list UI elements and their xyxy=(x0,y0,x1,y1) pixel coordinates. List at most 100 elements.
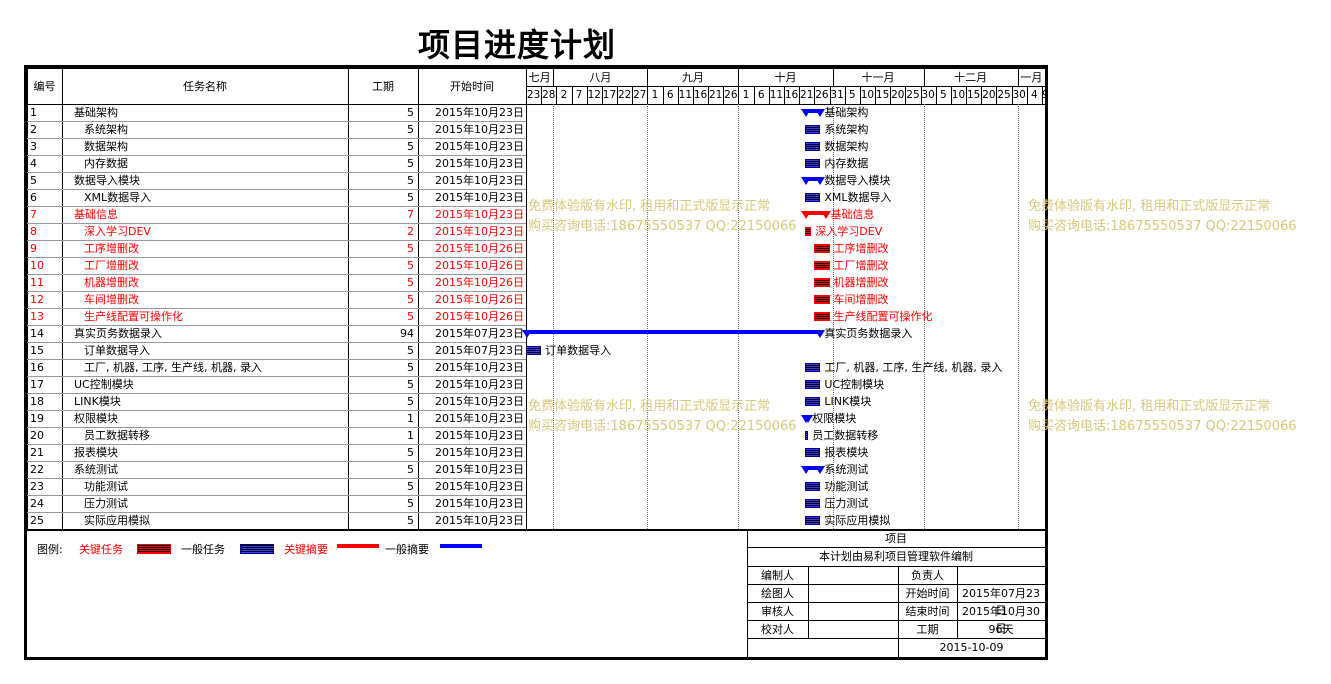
task-id: 17 xyxy=(30,378,44,391)
task-bar[interactable] xyxy=(805,142,821,151)
day-divider xyxy=(783,86,785,104)
column-header: 任务名称 xyxy=(183,80,227,93)
task-name[interactable]: 生产线配置可操作化 xyxy=(84,309,183,325)
task-bar[interactable] xyxy=(814,312,830,321)
month-divider xyxy=(647,68,649,86)
day-divider xyxy=(935,86,937,104)
task-bar[interactable] xyxy=(814,244,830,253)
task-name[interactable]: UC控制模块 xyxy=(74,377,134,393)
task-start: 2015年10月26日 xyxy=(435,242,524,255)
info-duration-value: 96天 xyxy=(988,623,1014,636)
task-name[interactable]: 深入学习DEV xyxy=(84,224,151,240)
day-tick-label: 15 xyxy=(966,89,981,101)
summary-bar-cap xyxy=(801,177,812,185)
task-duration: 1 xyxy=(407,429,414,442)
task-bar[interactable] xyxy=(805,516,821,525)
task-name[interactable]: LINK模块 xyxy=(74,394,121,410)
month-label: 十月 xyxy=(774,71,797,84)
task-bar[interactable] xyxy=(805,448,821,457)
task-name[interactable]: 系统架构 xyxy=(84,122,128,138)
task-bar[interactable] xyxy=(805,380,821,389)
task-bar[interactable] xyxy=(814,278,830,287)
month-gridline xyxy=(647,104,649,529)
task-bar[interactable] xyxy=(814,295,830,304)
task-name[interactable]: 实际应用模拟 xyxy=(84,513,150,529)
task-name[interactable]: 压力测试 xyxy=(84,496,128,512)
day-divider xyxy=(890,86,892,104)
task-duration: 5 xyxy=(407,259,414,272)
task-name[interactable]: 功能测试 xyxy=(84,479,128,495)
task-duration: 1 xyxy=(407,412,414,425)
watermark-line: 免费体验版有水印, 租用和正式版显示正常 xyxy=(1028,399,1271,414)
task-id: 4 xyxy=(30,157,37,170)
task-name[interactable]: 基础信息 xyxy=(74,207,118,223)
task-name[interactable]: 基础架构 xyxy=(74,105,118,121)
day-divider xyxy=(768,86,770,104)
task-name[interactable]: 机器增删改 xyxy=(84,275,139,291)
task-duration: 5 xyxy=(407,463,414,476)
bar-label: 深入学习DEV xyxy=(815,225,883,238)
task-name[interactable]: 权限模块 xyxy=(74,411,118,427)
day-tick-label: 4 xyxy=(1031,89,1038,101)
day-tick-label: 16 xyxy=(693,89,708,101)
day-tick-label: 6 xyxy=(666,89,674,101)
task-name[interactable]: 员工数据转移 xyxy=(84,428,150,444)
month-divider xyxy=(553,68,555,86)
info-made-by: 本计划由易利项目管理软件编制 xyxy=(819,550,973,563)
task-name[interactable]: 车间增删改 xyxy=(84,292,139,308)
day-divider xyxy=(723,86,725,104)
task-bar[interactable] xyxy=(805,482,821,491)
task-name[interactable]: 工厂增删改 xyxy=(84,258,139,274)
task-id: 18 xyxy=(30,395,44,408)
task-bar[interactable] xyxy=(805,397,821,406)
task-name[interactable]: 订单数据导入 xyxy=(84,343,150,359)
day-tick-label: 7 xyxy=(575,89,583,101)
watermark-line: 免费体验版有水印, 租用和正式版显示正常 xyxy=(528,399,771,414)
month-label: 十一月 xyxy=(861,71,895,84)
bar-label: 压力测试 xyxy=(824,497,869,510)
day-tick-label: 11 xyxy=(678,89,693,101)
info-checker-label: 校对人 xyxy=(761,623,794,636)
bar-label: 内存数据 xyxy=(824,157,869,170)
day-divider xyxy=(1041,86,1043,104)
task-name[interactable]: 数据导入模块 xyxy=(74,173,140,189)
bar-label: XML数据导入 xyxy=(824,191,892,204)
task-bar[interactable] xyxy=(805,499,821,508)
task-bar[interactable] xyxy=(805,193,821,202)
task-start: 2015年10月23日 xyxy=(435,208,524,221)
task-id: 22 xyxy=(30,463,44,476)
info-start-label: 开始时间 xyxy=(905,587,950,600)
month-label: 九月 xyxy=(681,71,704,84)
task-duration: 5 xyxy=(407,174,414,187)
task-name[interactable]: 系统测试 xyxy=(74,462,118,478)
task-bar[interactable] xyxy=(805,125,821,134)
summary-bar[interactable] xyxy=(526,330,821,334)
info-col-line xyxy=(808,620,809,638)
task-name[interactable]: 报表模块 xyxy=(74,445,118,461)
task-name[interactable]: 数据架构 xyxy=(84,139,128,155)
task-bar[interactable] xyxy=(805,227,812,236)
task-bar[interactable] xyxy=(805,159,821,168)
task-duration: 5 xyxy=(407,123,414,136)
task-duration: 5 xyxy=(407,344,414,357)
task-start: 2015年10月23日 xyxy=(435,140,524,153)
task-name[interactable]: 工厂, 机器, 工序, 生产线, 机器, 录入 xyxy=(84,360,262,376)
day-divider xyxy=(571,86,573,104)
task-bar[interactable] xyxy=(814,261,830,270)
task-id: 14 xyxy=(30,327,44,340)
info-col-line xyxy=(957,566,958,584)
task-start: 2015年10月23日 xyxy=(435,157,524,170)
task-bar[interactable] xyxy=(805,363,821,372)
task-name[interactable]: 真实页务数据录入 xyxy=(74,326,162,342)
task-name[interactable]: 内存数据 xyxy=(84,156,128,172)
day-tick-label: 5 xyxy=(848,89,856,101)
task-duration: 5 xyxy=(407,140,414,153)
task-bar[interactable] xyxy=(526,346,542,355)
task-start: 2015年10月23日 xyxy=(435,463,524,476)
task-name[interactable]: XML数据导入 xyxy=(84,190,151,206)
bar-label: 工厂, 机器, 工序, 生产线, 机器, 录入 xyxy=(824,361,1003,374)
task-start: 2015年10月23日 xyxy=(435,446,524,459)
month-gridline xyxy=(738,104,740,529)
task-bar[interactable] xyxy=(805,431,809,440)
task-name[interactable]: 工序增删改 xyxy=(84,241,139,257)
